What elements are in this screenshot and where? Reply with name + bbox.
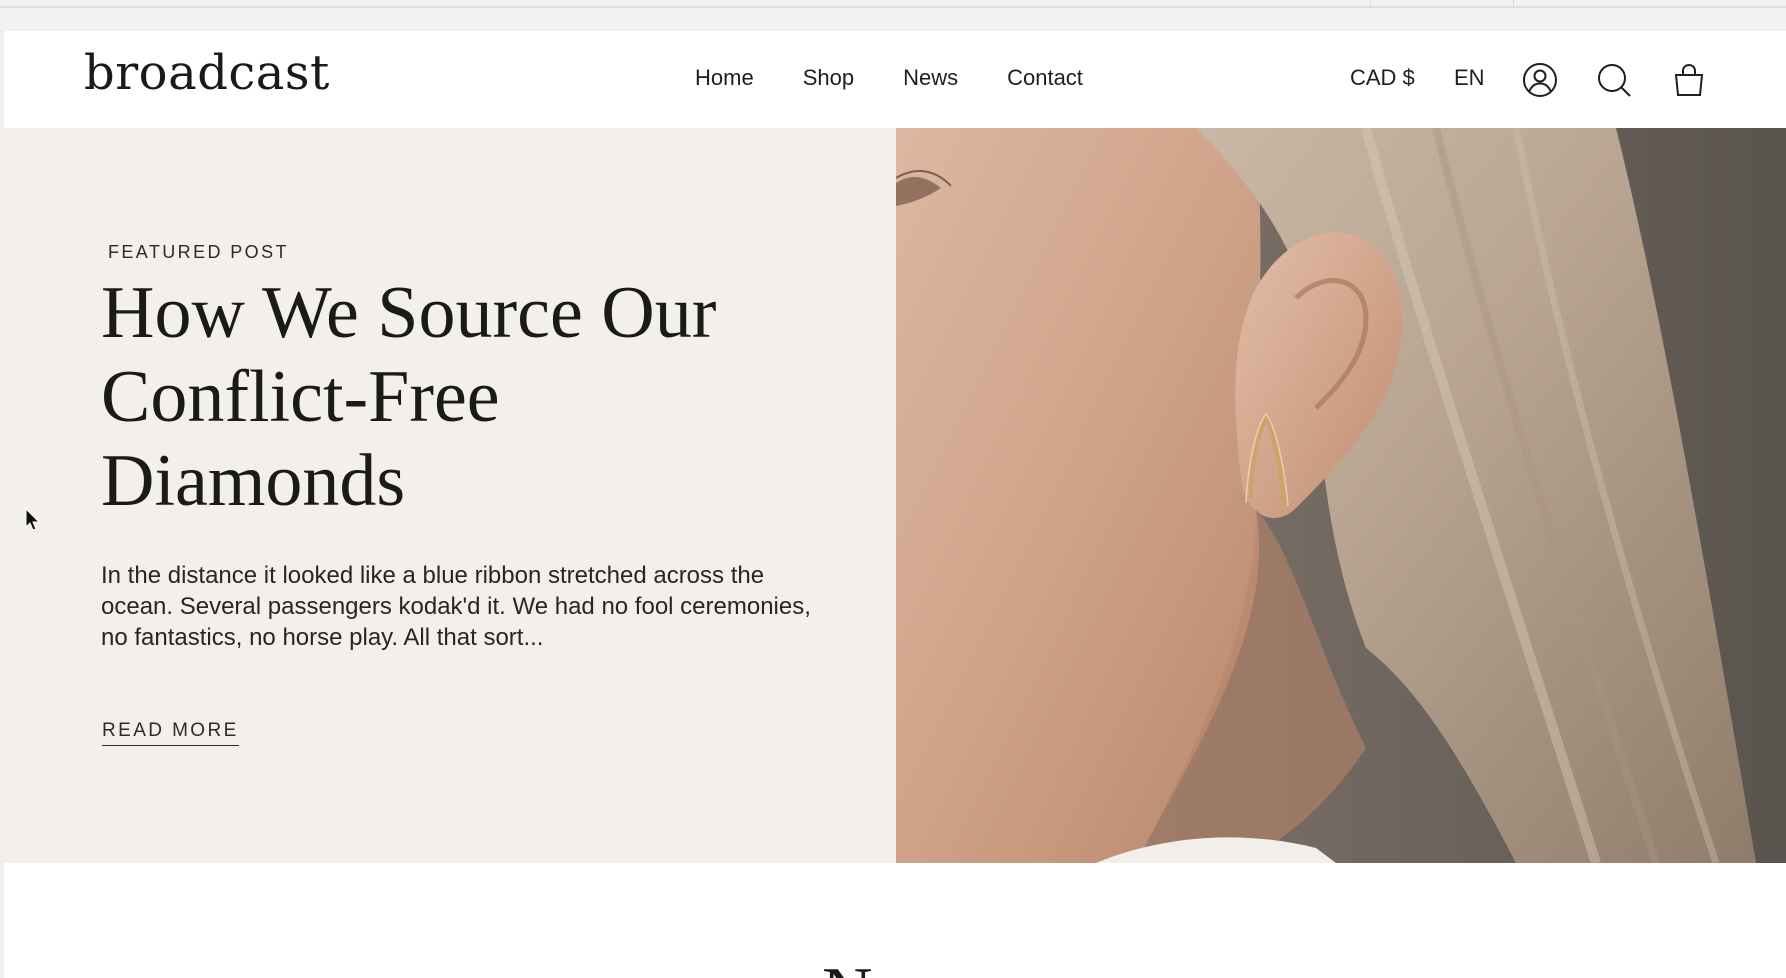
- nav-item-news[interactable]: News: [903, 67, 958, 89]
- hero-excerpt: In the distance it looked like a blue ri…: [101, 562, 811, 651]
- next-section: N: [4, 863, 1786, 978]
- mouse-cursor-icon: [25, 508, 41, 531]
- search-icon[interactable]: [1595, 61, 1633, 99]
- top-divider-tick: [1370, 0, 1371, 7]
- site-logo[interactable]: broadcast: [84, 49, 330, 97]
- page: broadcast Home Shop News Contact CAD $ E…: [4, 31, 1786, 978]
- currency-selector[interactable]: CAD $: [1350, 67, 1415, 89]
- read-more-link[interactable]: READ MORE: [102, 720, 239, 746]
- hero-text-panel: FEATURED POST How We Source Our Conflict…: [4, 128, 896, 863]
- account-icon[interactable]: [1521, 61, 1559, 99]
- top-divider: [0, 6, 1786, 8]
- language-selector[interactable]: EN: [1454, 67, 1485, 89]
- top-divider-tick: [1513, 0, 1514, 7]
- nav-item-home[interactable]: Home: [695, 67, 754, 89]
- site-header: broadcast Home Shop News Contact CAD $ E…: [4, 31, 1786, 128]
- browser-top-strip: [0, 0, 1786, 31]
- featured-hero: FEATURED POST How We Source Our Conflict…: [4, 128, 1786, 863]
- next-section-heading: N: [822, 958, 912, 978]
- nav-item-shop[interactable]: Shop: [803, 67, 854, 89]
- hero-title[interactable]: How We Source Our Conflict-Free Diamonds: [101, 271, 821, 523]
- nav-item-contact[interactable]: Contact: [1007, 67, 1083, 89]
- featured-post-label: FEATURED POST: [108, 242, 289, 262]
- hero-image[interactable]: [896, 128, 1786, 863]
- cart-icon[interactable]: [1670, 61, 1708, 99]
- main-nav: Home Shop News Contact: [695, 67, 1132, 89]
